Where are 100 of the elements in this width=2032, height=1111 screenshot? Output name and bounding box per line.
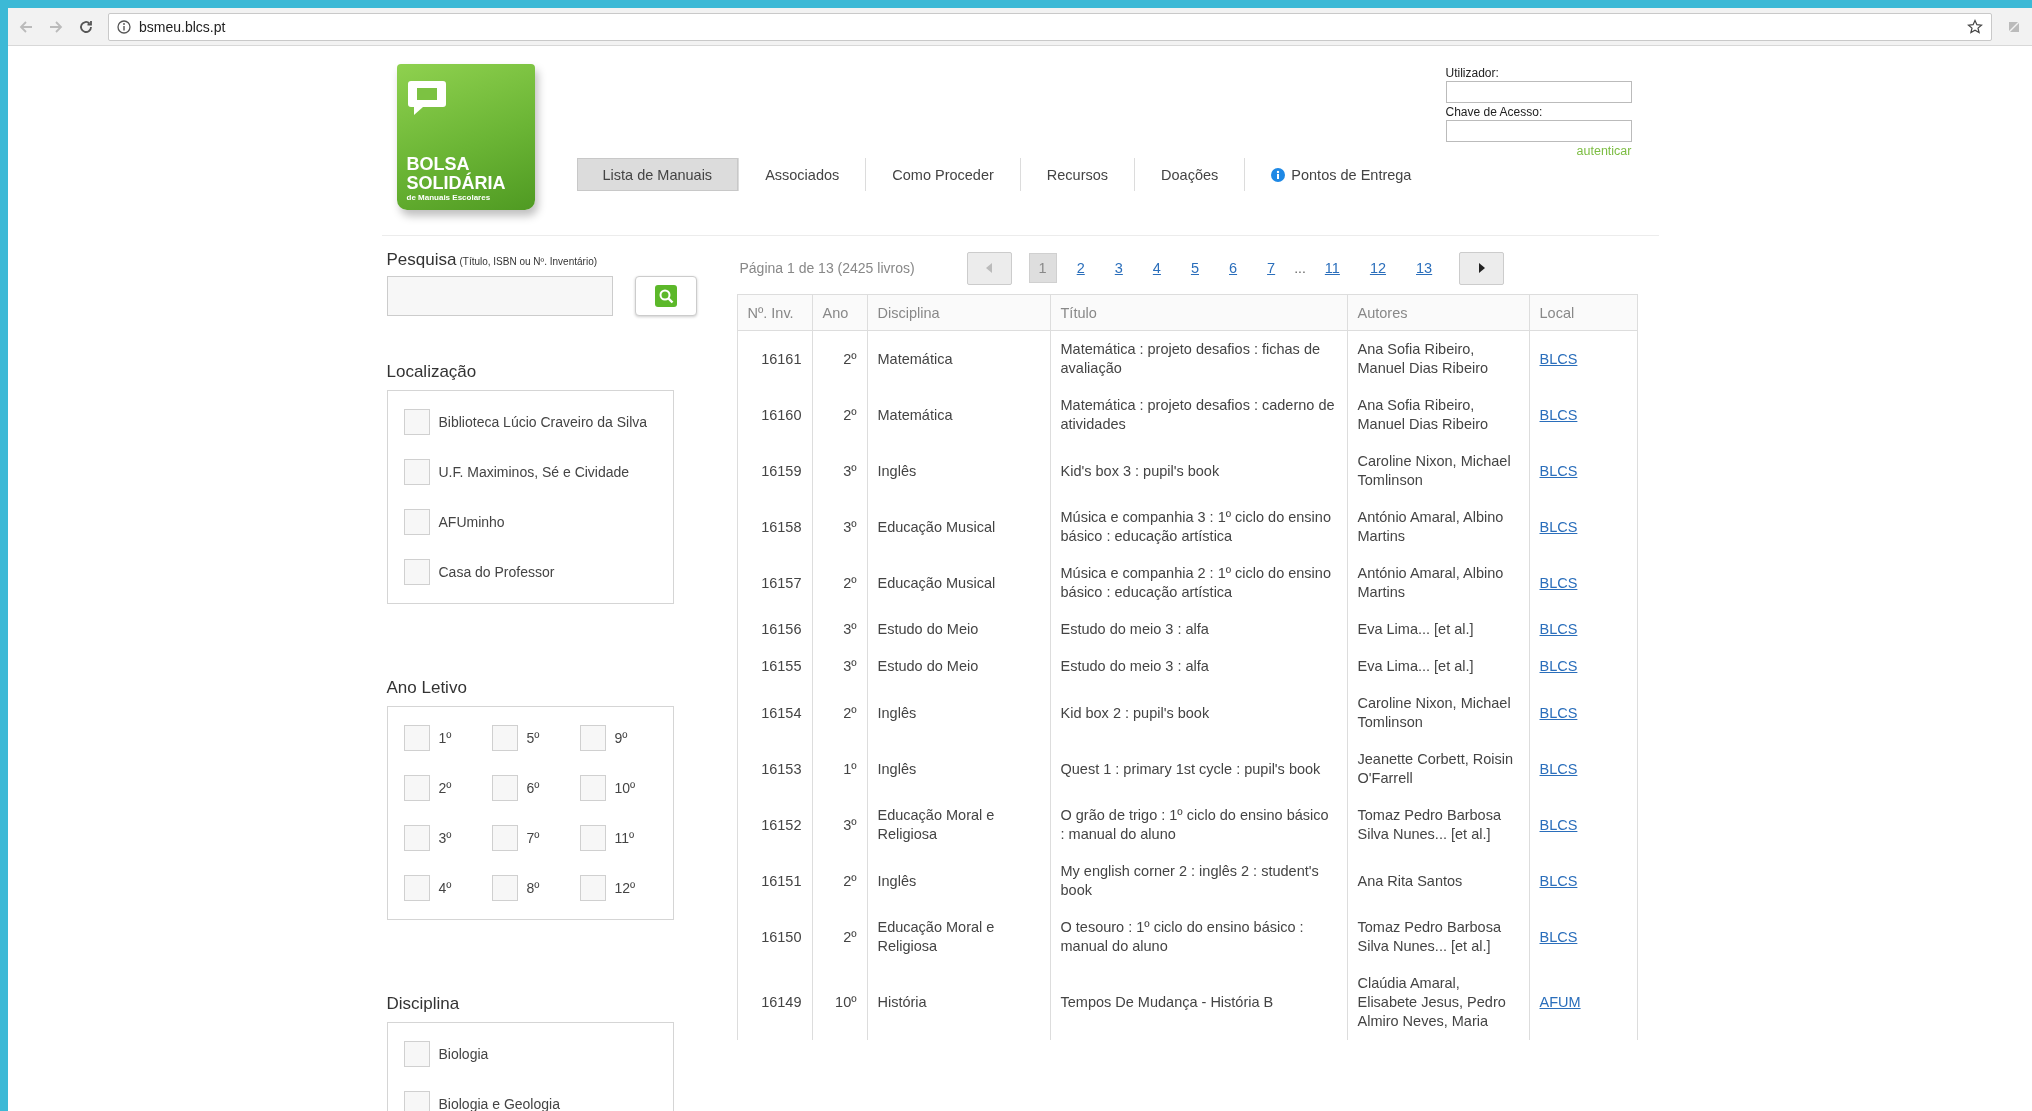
page-link[interactable]: 5 [1180,253,1209,283]
back-icon[interactable] [18,18,34,35]
checkbox[interactable] [491,725,518,751]
table-cell: Ana Rita Santos [1347,853,1529,909]
checkbox-label: 12º [614,880,636,896]
checkbox[interactable] [403,775,430,801]
checkbox[interactable] [403,875,430,901]
checkbox[interactable] [403,1041,430,1067]
location-link[interactable]: BLCS [1539,350,1578,367]
checkbox[interactable] [403,459,430,485]
table-cell: Claúdia Amaral, Elisabete Jesus, Pedro Almiro Neves, Maria [1347,965,1529,1040]
table-cell: 16159 [737,443,812,499]
table-cell: Matemática [867,330,1050,387]
location-link[interactable]: BLCS [1539,704,1578,721]
column-header: Título [1050,294,1347,331]
table-cell: Estudo do meio 3 : alfa [1050,611,1347,648]
checkbox[interactable] [491,875,518,901]
table-cell: 16152 [737,797,812,853]
table-cell: 16153 [737,741,812,797]
nav-tab[interactable]: Lista de Manuais [576,158,739,191]
checkbox[interactable] [579,725,606,751]
checkbox[interactable] [579,825,606,851]
nav-tab[interactable]: Recursos [1020,158,1135,191]
table-cell: 3º [812,443,867,499]
checkbox[interactable] [403,1091,430,1111]
table-cell: Música e companhia 2 : 1º ciclo do ensino básico : educação artística [1050,555,1347,611]
table-cell: Kid's box 3 : pupil's book [1050,443,1347,499]
table-cell: Matemática : projeto desafios : fichas de avaliação [1050,330,1347,387]
table-cell: Ana Sofia Ribeiro, Manuel Dias Ribeiro [1347,330,1529,387]
table-cell: Tempos De Mudança - História B [1050,965,1347,1040]
table-cell: 2º [812,853,867,909]
table-cell: Tomaz Pedro Barbosa Silva Nunes... [et al.] [1347,909,1529,965]
reload-icon[interactable] [78,18,94,35]
table-cell: 10º [812,965,867,1040]
location-link[interactable]: BLCS [1539,928,1578,945]
location-link[interactable]: BLCS [1539,406,1578,423]
page-link[interactable]: 13 [1406,253,1443,283]
page-link[interactable]: 12 [1359,253,1397,283]
checkbox-label: 8º [526,880,540,896]
search-label: Pesquisa [386,250,457,269]
checkbox-label: 3º [438,830,452,846]
page-link[interactable]: 7 [1257,253,1286,283]
checkbox[interactable] [403,409,430,435]
username-field[interactable] [1445,81,1632,103]
checkbox-label: 1º [438,730,452,746]
checkbox[interactable] [579,775,606,801]
filter-title: Disciplina [386,994,461,1014]
page-link[interactable]: 6 [1219,253,1248,283]
checkbox-label: Biologia e Geologia [438,1096,560,1111]
table-cell: My english corner 2 : inglês 2 : student's book [1050,853,1347,909]
page-link[interactable]: 1 [1028,253,1057,283]
location-link[interactable]: BLCS [1539,518,1578,535]
location-link[interactable]: BLCS [1539,621,1578,637]
search-field[interactable] [386,276,613,316]
nav-tab[interactable]: Pontos de Entrega [1245,158,1438,191]
nav-tab[interactable]: Associados [739,158,866,191]
filter-title: Localização [386,362,478,382]
location-link[interactable]: BLCS [1539,872,1578,889]
location-link[interactable]: BLCS [1539,574,1578,591]
table-cell: História [867,965,1050,1040]
checkbox[interactable] [403,725,430,751]
location-link[interactable]: BLCS [1539,816,1578,833]
checkbox[interactable] [579,875,606,901]
brand-name: BOLSA SOLIDÁRIA [406,155,507,193]
checkbox[interactable] [403,825,430,851]
checkbox[interactable] [403,559,430,585]
table-cell: 2º [812,909,867,965]
search-button[interactable] [634,276,697,316]
checkbox[interactable] [403,509,430,535]
nav-tab[interactable]: Como Proceder [866,158,1020,191]
table-cell: 3º [812,797,867,853]
page-link[interactable]: 11 [1314,253,1350,283]
table-cell: 16149 [737,965,812,1040]
table-cell: Kid box 2 : pupil's book [1050,685,1347,741]
table-cell: Quest 1 : primary 1st cycle : pupil's book [1050,741,1347,797]
checkbox[interactable] [491,775,518,801]
page-link[interactable]: 3 [1104,253,1133,283]
nav-tab[interactable]: Doações [1135,158,1245,191]
password-field[interactable] [1445,120,1632,142]
info-icon [1271,167,1286,182]
location-link[interactable]: AFUM [1539,994,1581,1010]
checkbox[interactable] [491,825,518,851]
speech-bubble-icon [406,78,447,116]
checkbox-label: 4º [438,880,452,896]
page-link[interactable]: 2 [1066,253,1095,283]
location-link[interactable]: BLCS [1539,760,1578,777]
table-cell: António Amaral, Albino Martins [1347,499,1529,555]
table-cell: Música e companhia 3 : 1º ciclo do ensino básico : educação artística [1050,499,1347,555]
next-page-button[interactable] [1459,251,1505,285]
address-bar[interactable]: bsmeu.blcs.pt [108,12,1992,41]
logo[interactable]: BOLSA SOLIDÁRIA de Manuais Escolares [396,64,535,210]
table-cell: 16158 [737,499,812,555]
table-cell: Eva Lima... [et al.] [1347,648,1529,685]
forward-icon[interactable] [48,18,64,35]
location-link[interactable]: BLCS [1539,658,1578,674]
search-icon [654,285,677,307]
page-link[interactable]: 4 [1142,253,1171,283]
info-icon[interactable] [117,19,131,34]
star-icon[interactable] [1967,18,1983,35]
location-link[interactable]: BLCS [1539,462,1578,479]
